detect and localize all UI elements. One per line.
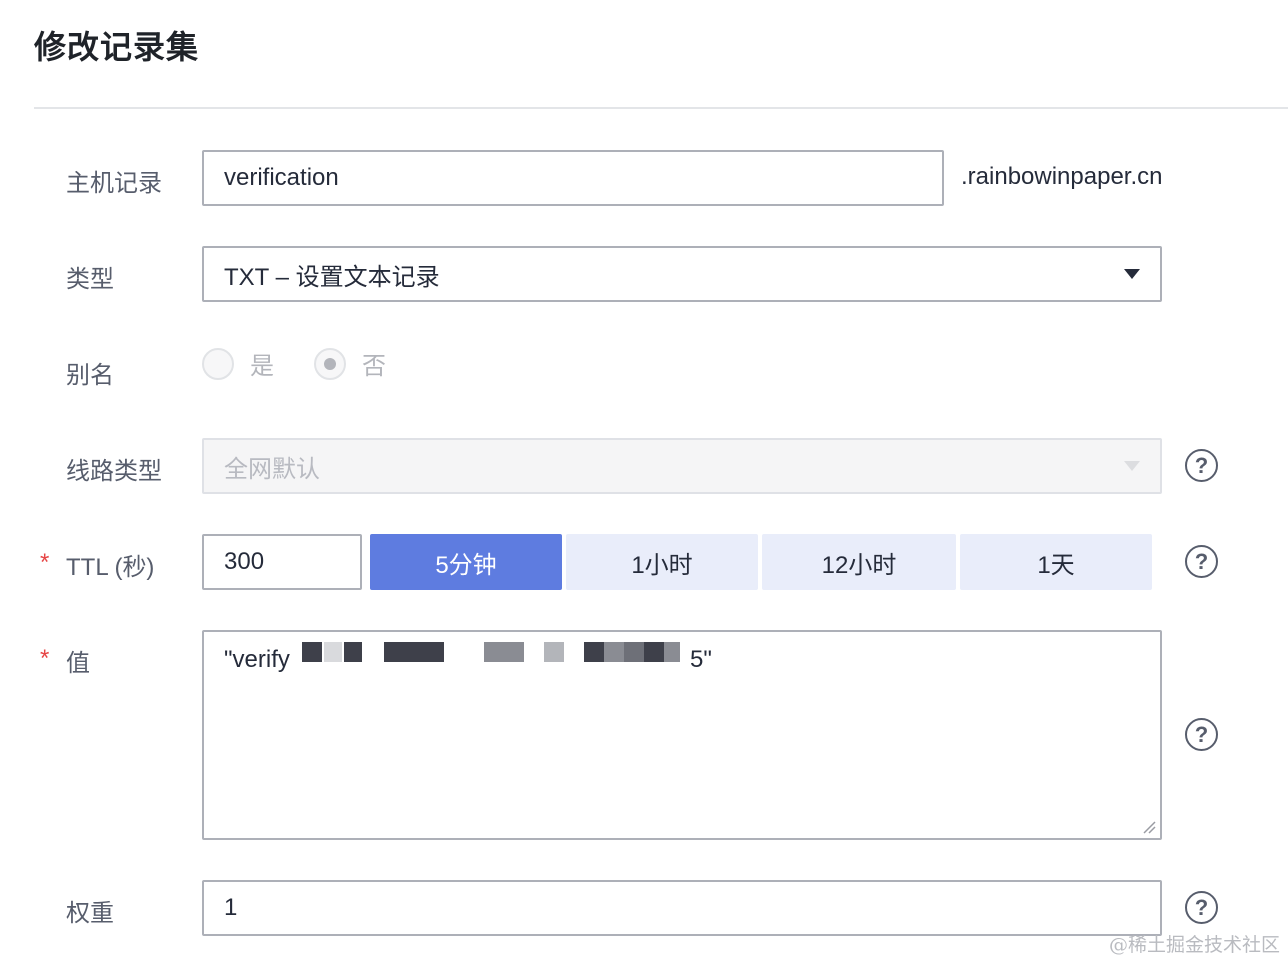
type-select[interactable]: TXT – 设置文本记录: [202, 246, 1162, 302]
line-type-select: 全网默认: [202, 438, 1162, 494]
weight-help-icon[interactable]: ?: [1185, 891, 1218, 924]
dialog-title: 修改记录集: [34, 29, 200, 65]
alias-yes-label: 是: [250, 353, 274, 380]
line-type-label: 线路类型: [66, 458, 162, 485]
title-divider: [34, 107, 1288, 109]
resize-handle-icon[interactable]: [1142, 820, 1156, 834]
ttl-help-icon[interactable]: ?: [1185, 545, 1218, 578]
value-help-icon[interactable]: ?: [1185, 718, 1218, 751]
weight-label: 权重: [66, 900, 114, 927]
line-type-help-icon[interactable]: ?: [1185, 449, 1218, 482]
type-select-value: TXT – 设置文本记录: [224, 263, 440, 291]
chevron-down-icon: [1124, 269, 1140, 279]
alias-label: 别名: [66, 362, 114, 389]
ttl-preset-5min[interactable]: 5分钟: [370, 534, 562, 590]
ttl-label: TTL (秒): [66, 554, 155, 581]
host-record-label: 主机记录: [66, 170, 162, 197]
line-type-value: 全网默认: [224, 455, 320, 483]
host-record-input[interactable]: verification: [202, 150, 944, 206]
ttl-input[interactable]: 300: [202, 534, 362, 590]
value-text-start: "verify: [224, 646, 290, 673]
alias-no-radio[interactable]: [314, 347, 346, 380]
redacted-text: [290, 632, 690, 672]
alias-yes-radio[interactable]: [202, 347, 234, 380]
ttl-preset-1hour[interactable]: 1小时: [566, 534, 758, 590]
type-label: 类型: [66, 266, 114, 293]
domain-suffix: .rainbowinpaper.cn: [961, 163, 1163, 190]
value-textarea[interactable]: "verify 5": [202, 630, 1162, 840]
value-label: 值: [66, 650, 90, 677]
value-text-end: 5": [690, 646, 712, 673]
chevron-down-icon: [1124, 461, 1140, 471]
weight-input[interactable]: 1: [202, 880, 1162, 936]
value-required-mark: *: [40, 645, 50, 672]
alias-radio-group: 是 否: [202, 346, 426, 381]
watermark: @稀土掘金技术社区: [1108, 934, 1280, 956]
ttl-preset-12hour[interactable]: 12小时: [762, 534, 956, 590]
ttl-required-mark: *: [40, 549, 50, 576]
ttl-preset-1day[interactable]: 1天: [960, 534, 1152, 590]
alias-no-label: 否: [362, 353, 386, 380]
